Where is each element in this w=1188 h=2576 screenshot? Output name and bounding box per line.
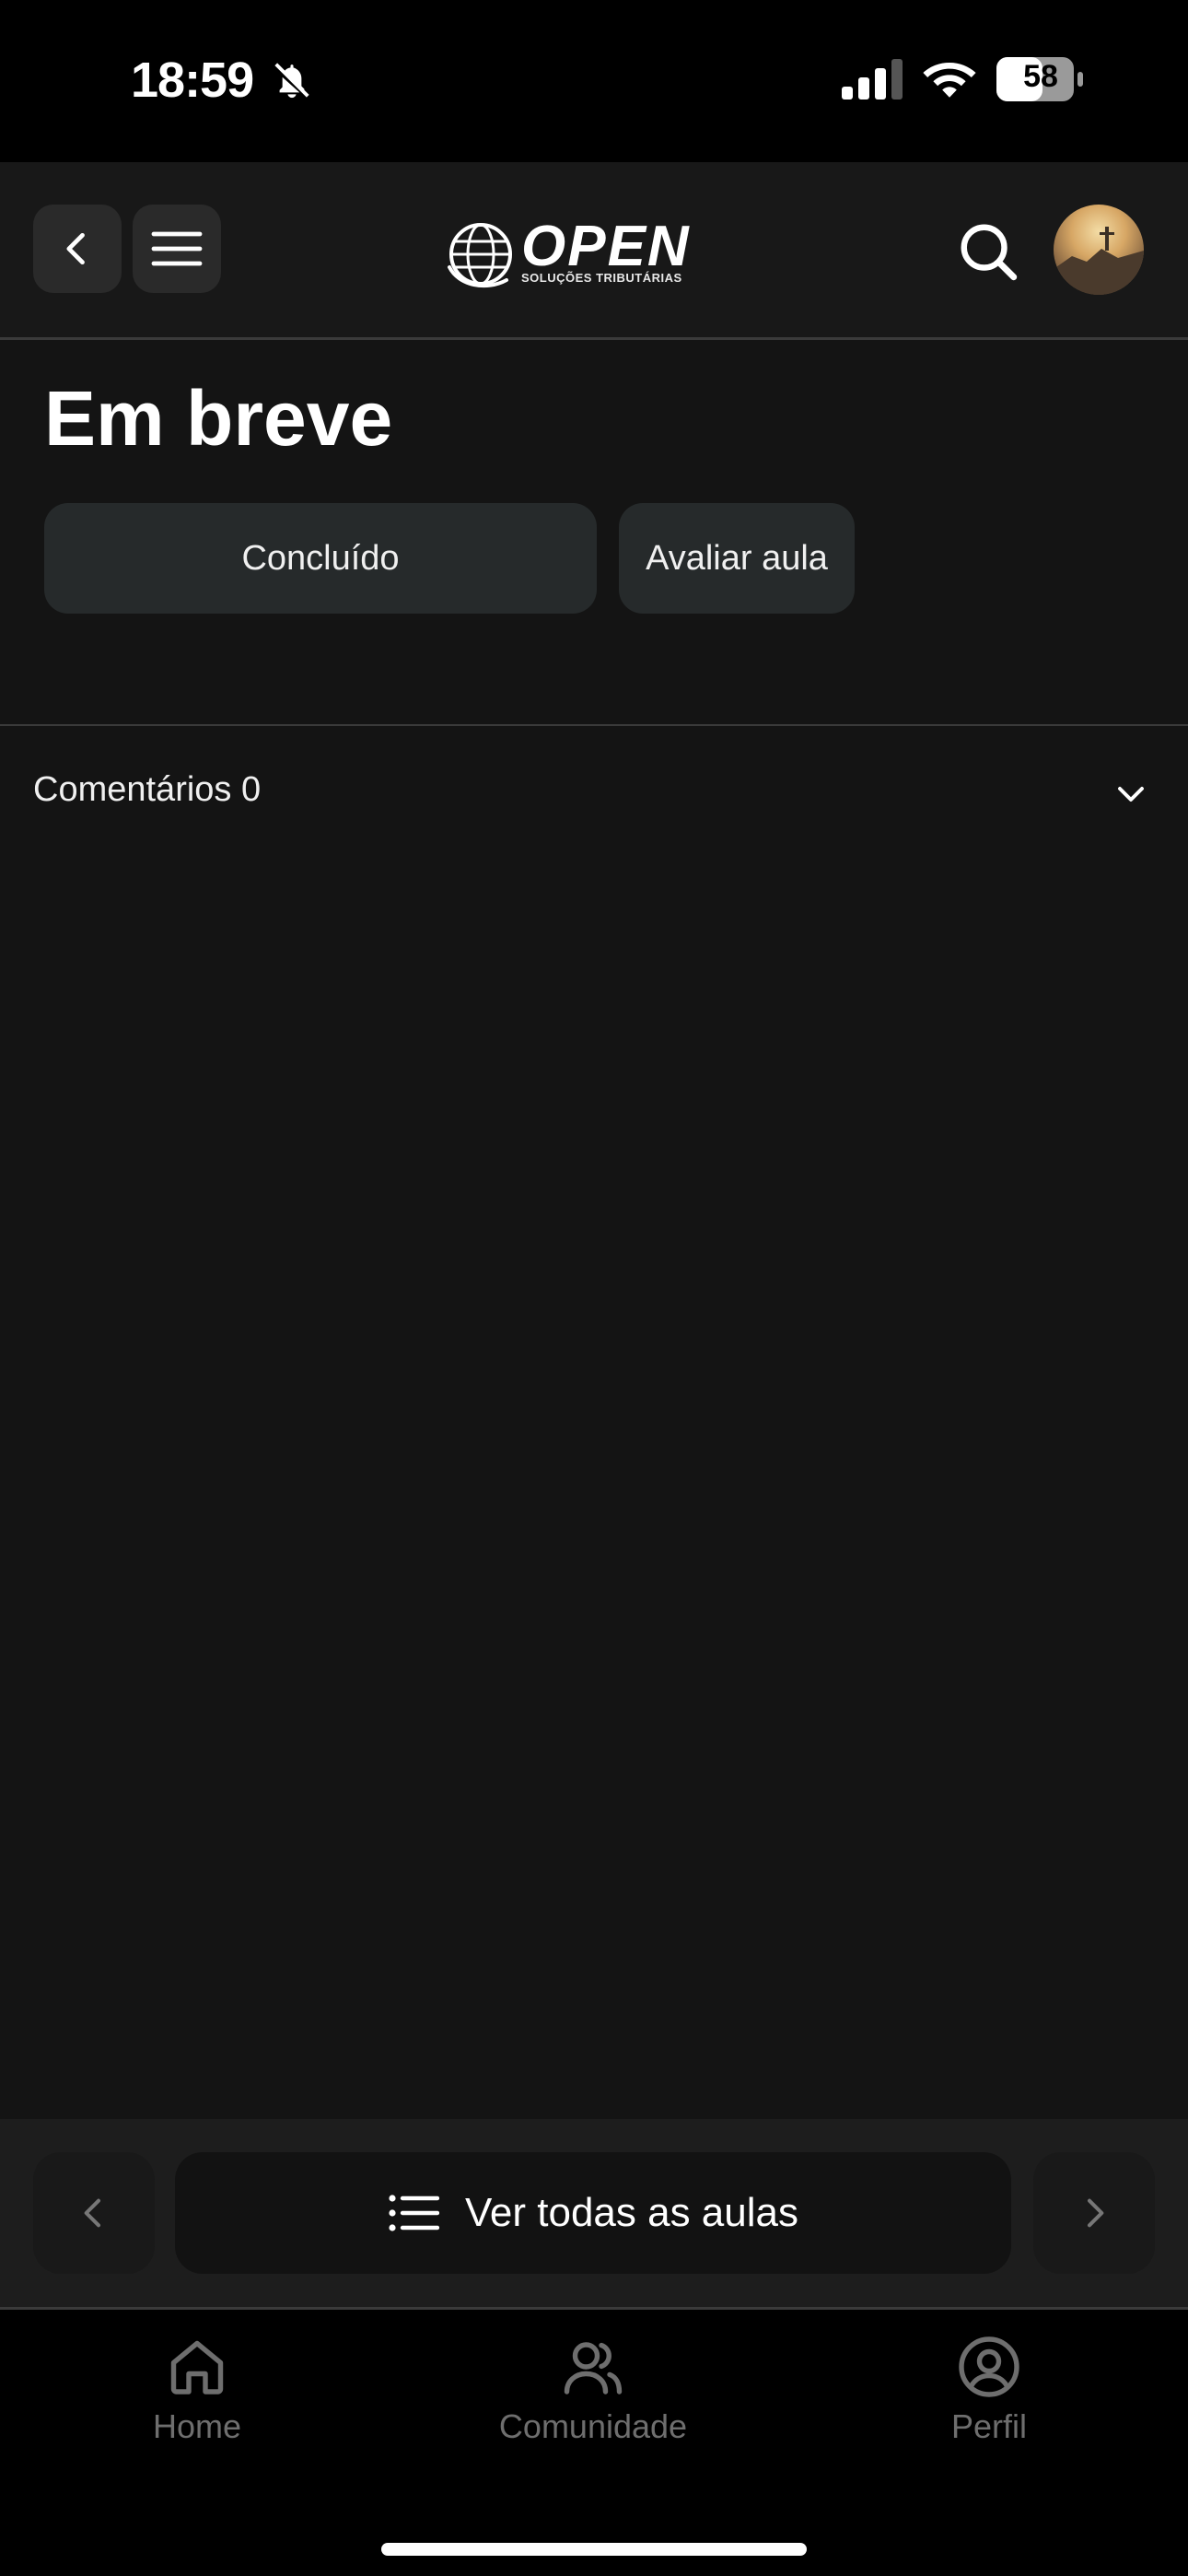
list-icon — [389, 2195, 439, 2231]
bottom-tab-bar: Home Comunidade Perfil — [0, 2310, 1188, 2576]
tab-home[interactable]: Home — [77, 2334, 317, 2446]
tab-profile[interactable]: Perfil — [869, 2334, 1109, 2446]
logo-text: OPEN — [521, 215, 691, 278]
chevron-right-icon — [1088, 2198, 1104, 2228]
users-icon — [564, 2342, 623, 2395]
all-lessons-button[interactable]: Ver todas as aulas — [175, 2152, 1011, 2274]
complete-button[interactable]: Concluído — [44, 503, 597, 614]
cellular-signal-icon — [842, 59, 903, 100]
all-lessons-label: Ver todas as aulas — [464, 2190, 798, 2235]
home-indicator — [381, 2543, 807, 2556]
chevron-down-icon[interactable] — [1112, 778, 1149, 811]
tab-community[interactable]: Comunidade — [473, 2334, 713, 2446]
rate-lesson-button[interactable]: Avaliar aula — [619, 503, 855, 614]
previous-lesson-button[interactable] — [33, 2152, 155, 2274]
user-circle-icon — [959, 2336, 1019, 2397]
lesson-navigation: Ver todas as aulas — [0, 2119, 1188, 2310]
status-bar: 18:59 58 — [0, 0, 1188, 162]
logo-subtext: SOLUÇÕES TRIBUTÁRIAS — [521, 271, 682, 285]
app-header: OPEN SOLUÇÕES TRIBUTÁRIAS — [0, 162, 1188, 340]
bell-slash-icon — [274, 63, 309, 99]
tab-home-label: Home — [152, 2407, 242, 2445]
tab-community-label: Comunidade — [498, 2407, 688, 2445]
status-time: 18:59 — [131, 53, 254, 108]
tab-profile-label: Perfil — [950, 2407, 1028, 2445]
hamburger-menu-icon — [151, 231, 203, 266]
chevron-left-icon — [66, 232, 85, 265]
divider — [0, 724, 1188, 726]
lesson-title: Em breve — [44, 375, 393, 462]
next-lesson-button[interactable] — [1033, 2152, 1155, 2274]
avatar-image — [1054, 227, 1144, 295]
avatar[interactable] — [1054, 205, 1144, 295]
chevron-left-icon — [84, 2198, 100, 2228]
back-button[interactable] — [33, 205, 122, 293]
menu-button[interactable] — [133, 205, 221, 293]
battery-level: 58 — [1023, 59, 1058, 94]
wifi-icon — [923, 63, 976, 98]
home-icon — [170, 2340, 224, 2395]
search-icon[interactable] — [956, 219, 1020, 284]
comments-toggle-label[interactable]: Comentários 0 — [33, 770, 261, 810]
